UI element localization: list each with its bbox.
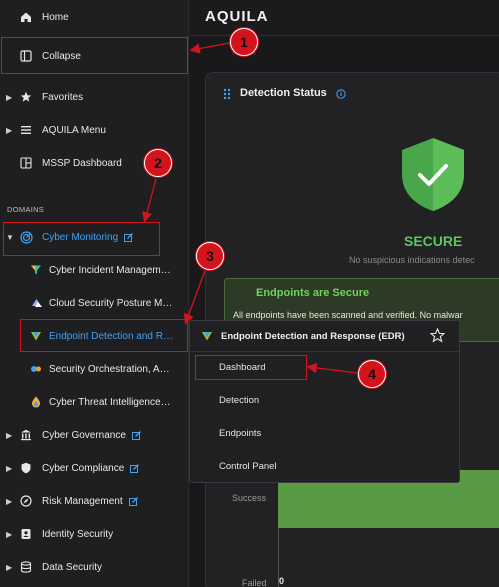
sidebar-subitem-cyber-incident[interactable]: Cyber Incident Managem…: [0, 254, 189, 286]
flyout-item-endpoints[interactable]: Endpoints: [219, 428, 261, 439]
caret-right-icon: ▶: [6, 125, 13, 135]
sidebar-item-home[interactable]: Home: [0, 1, 189, 33]
shield-icon: [18, 460, 34, 476]
flyout-item-control-panel[interactable]: Control Panel: [219, 461, 277, 472]
sidebar-item-label: Identity Security: [42, 528, 114, 540]
chart-value-zero: 0: [279, 576, 285, 586]
annotation-badge-3: 3: [196, 242, 224, 270]
sidebar-item-cyber-governance[interactable]: ▶ Cyber Governance: [0, 419, 189, 451]
domains-section-label: DOMAINS: [7, 205, 45, 214]
sidebar-item-risk-management[interactable]: ▶ Risk Management: [0, 485, 189, 517]
sidebar-item-aquila-menu[interactable]: ▶ AQUILA Menu: [0, 114, 189, 146]
edit-icon[interactable]: [131, 430, 141, 440]
banner-text: All endpoints have been scanned and veri…: [233, 310, 463, 320]
annotation-box-dashboard: [195, 355, 307, 380]
sidebar-subitem-cloud-security[interactable]: Cloud Security Posture M…: [0, 287, 189, 319]
institution-icon: [18, 427, 34, 443]
favorite-star-icon[interactable]: [429, 327, 446, 348]
annotation-box-collapse: [1, 37, 188, 74]
annotation-badge-2: 2: [144, 149, 172, 177]
edit-icon[interactable]: [128, 496, 138, 506]
chart-label-success: Success: [232, 493, 267, 503]
orchestration-icon: [29, 362, 43, 376]
menu-icon: [18, 122, 34, 138]
id-badge-icon: [18, 526, 34, 542]
caret-right-icon: ▶: [6, 529, 13, 539]
sidebar-item-favorites[interactable]: ▶ Favorites: [0, 81, 189, 113]
dashboard-icon: [18, 155, 34, 171]
status-label: SECURE: [404, 233, 463, 249]
sidebar-item-cyber-compliance[interactable]: ▶ Cyber Compliance: [0, 452, 189, 484]
sidebar-subitem-label: Cloud Security Posture M…: [49, 297, 173, 309]
chart-label-failed: Failed: [242, 578, 267, 587]
annotation-badge-1: 1: [230, 28, 258, 56]
sidebar-item-data-security[interactable]: ▶ Data Security: [0, 551, 189, 583]
caret-right-icon: ▶: [6, 562, 13, 572]
sidebar-item-identity-security[interactable]: ▶ Identity Security: [0, 518, 189, 550]
annotation-badge-4: 4: [358, 360, 386, 388]
sidebar-item-label: MSSP Dashboard: [42, 157, 122, 169]
caret-right-icon: ▶: [6, 92, 13, 102]
caret-right-icon: ▶: [6, 463, 13, 473]
sidebar-item-label: Favorites: [42, 91, 84, 103]
sidebar-subitem-threat-intel[interactable]: Cyber Threat Intelligence…: [0, 386, 189, 418]
app-root: Home Collapse ▶ Favorites ▶ AQUILA Menu …: [0, 0, 499, 587]
flame-icon: [29, 395, 43, 409]
caret-right-icon: ▶: [6, 496, 13, 506]
sidebar-item-label: AQUILA Menu: [42, 124, 106, 136]
funnel-icon: [29, 263, 43, 277]
sidebar-subitem-label: Security Orchestration, A…: [49, 363, 170, 375]
sidebar-subitem-security-orchestration[interactable]: Security Orchestration, A…: [0, 353, 189, 385]
annotation-box-cyber-monitoring: [3, 222, 160, 256]
status-subtext: No suspicious indications detec: [349, 255, 475, 265]
edit-icon[interactable]: [130, 463, 140, 473]
card-title: Detection Status: [240, 87, 327, 99]
sidebar-item-label: Data Security: [42, 561, 103, 573]
flyout-item-detection[interactable]: Detection: [219, 395, 259, 406]
edr-v-icon: [201, 329, 213, 347]
annotation-box-edr: [20, 319, 188, 352]
compass-icon: [18, 493, 34, 509]
star-icon: [18, 89, 34, 105]
sidebar-subitem-label: Cyber Threat Intelligence…: [49, 396, 171, 408]
app-logo: AQUILA: [205, 8, 269, 25]
cloud-shield-icon: [29, 296, 43, 310]
home-icon: [18, 9, 34, 25]
sidebar-item-label: Home: [42, 11, 69, 23]
flyout-title: Endpoint Detection and Response (EDR): [221, 331, 405, 342]
sidebar-item-label: Risk Management: [42, 495, 123, 507]
caret-right-icon: ▶: [6, 430, 13, 440]
database-icon: [18, 559, 34, 575]
banner-title: Endpoints are Secure: [256, 287, 370, 299]
sidebar-item-label: Cyber Governance: [42, 429, 126, 441]
sidebar-subitem-label: Cyber Incident Managem…: [49, 264, 171, 276]
sidebar-item-label: Cyber Compliance: [42, 462, 125, 474]
